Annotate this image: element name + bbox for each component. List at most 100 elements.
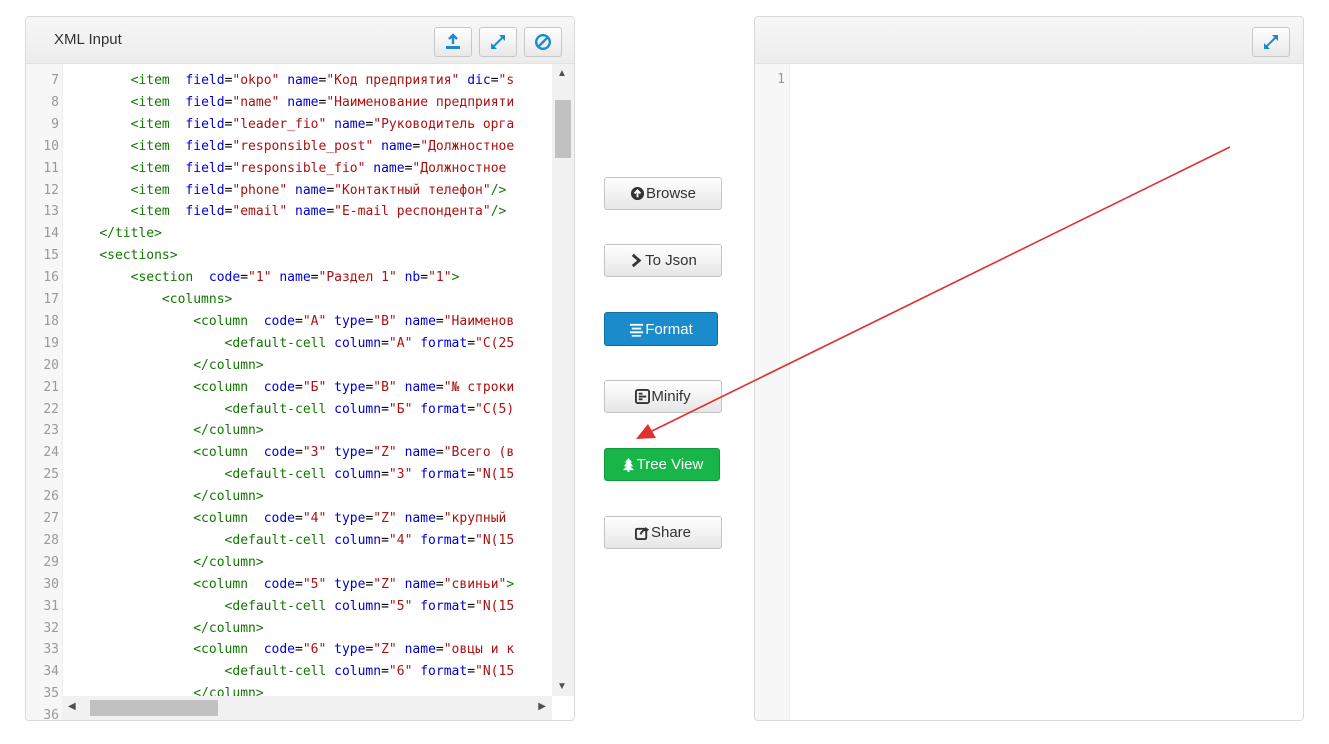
share-label: Share	[650, 524, 692, 541]
line-number: 32	[43, 620, 59, 636]
minify-label: Minify	[651, 388, 691, 405]
tree-view-button[interactable]: Tree View	[604, 448, 720, 481]
browse-button[interactable]: Browse	[604, 177, 722, 210]
code-token: >	[506, 576, 515, 592]
code-token: >	[451, 270, 460, 286]
code-token: />	[490, 204, 507, 220]
to-json-button[interactable]: To Json	[604, 244, 722, 277]
line-number: 15	[43, 248, 59, 264]
output-panel-header	[755, 17, 1303, 64]
code-token: name	[404, 445, 436, 461]
code-token: field	[185, 73, 225, 88]
code-token: field	[185, 94, 225, 110]
output-line-number: 1	[777, 72, 785, 87]
line-number: 13	[43, 204, 59, 220]
code-token: =	[295, 379, 303, 395]
code-token: =	[240, 270, 249, 286]
horizontal-scrollbar[interactable]: ◀ ▶	[62, 696, 552, 720]
scroll-down-arrow-icon[interactable]: ▼	[557, 681, 567, 692]
code-token: "№ строки	[443, 379, 515, 395]
minify-button[interactable]: Minify	[604, 380, 722, 413]
code-token: "E-mail респондента"	[334, 204, 491, 220]
code-text: <item field="okpo" name="Код предприятия…	[68, 70, 515, 92]
code-token: nb	[404, 270, 421, 286]
expand-button[interactable]	[479, 27, 517, 57]
output-expand-button[interactable]	[1252, 27, 1290, 57]
code-token: "Руководитель орга	[373, 116, 515, 132]
code-token: "5"	[388, 598, 413, 614]
scroll-left-arrow-icon[interactable]: ◀	[68, 701, 76, 712]
to-json-label: To Json	[645, 252, 697, 269]
upload-button[interactable]	[434, 27, 472, 57]
code-token: </column>	[193, 423, 264, 439]
code-token: field	[185, 160, 225, 176]
code-token: "Z"	[373, 576, 397, 592]
code-text: <column code="3" type="Z" name="Всего (в	[68, 442, 514, 464]
code-token: <default-cell	[224, 598, 327, 614]
code-token: column	[334, 401, 382, 417]
code-token: =	[467, 532, 476, 548]
code-token: <item	[130, 94, 170, 110]
code-text: <default-cell column="6" format="N(15	[68, 661, 515, 683]
clear-button[interactable]	[524, 27, 562, 57]
code-token: name	[287, 73, 319, 88]
upload-icon	[446, 33, 460, 49]
code-token: <default-cell	[224, 532, 327, 548]
code-token: column	[334, 598, 382, 614]
output-editor[interactable]: 1	[755, 64, 1303, 720]
code-token: <item	[130, 182, 170, 198]
code-token: name	[279, 270, 311, 286]
code-token: format	[420, 664, 468, 680]
line-number: 30	[43, 576, 59, 592]
line-number: 18	[43, 313, 59, 329]
code-token: "s	[498, 73, 515, 88]
scroll-up-arrow-icon[interactable]: ▲	[557, 68, 567, 79]
code-text: <item field="name" name="Наименование пр…	[68, 92, 515, 114]
code-token: "крупный	[443, 511, 515, 526]
code-token: =	[381, 401, 389, 417]
line-number: 27	[43, 511, 59, 526]
code-text: <column code="А" type="В" name="Наименов	[68, 311, 514, 333]
code-token: "okpo"	[232, 73, 280, 88]
code-token: code	[263, 576, 295, 592]
code-token: <item	[130, 73, 170, 88]
xml-code-editor[interactable]: 7 <item field="okpo" name="Код предприят…	[26, 64, 574, 720]
code-token: <default-cell	[224, 401, 327, 417]
horizontal-scroll-thumb[interactable]	[90, 700, 218, 716]
scroll-right-arrow-icon[interactable]: ▶	[538, 701, 546, 712]
code-text: <column code="5" type="Z" name="свиньи">	[68, 574, 514, 596]
vertical-scrollbar[interactable]: ▲ ▼	[552, 64, 574, 696]
code-token: name	[404, 313, 436, 329]
code-text: <item field="email" name="E-mail респонд…	[68, 201, 507, 223]
share-button[interactable]: Share	[604, 516, 722, 549]
line-number: 17	[43, 292, 59, 307]
code-token: =	[310, 270, 319, 286]
code-token: name	[373, 160, 405, 176]
format-button[interactable]: Format	[604, 312, 718, 346]
vertical-scroll-thumb[interactable]	[555, 100, 571, 158]
code-token: "Код предприятия"	[326, 73, 460, 88]
code-token: "leader_fio"	[232, 116, 327, 132]
code-token: =	[381, 664, 389, 680]
code-token: "N(15	[475, 467, 515, 483]
code-text: <column code="6" type="Z" name="овцы и к	[68, 639, 514, 661]
code-text: <columns>	[68, 289, 232, 311]
